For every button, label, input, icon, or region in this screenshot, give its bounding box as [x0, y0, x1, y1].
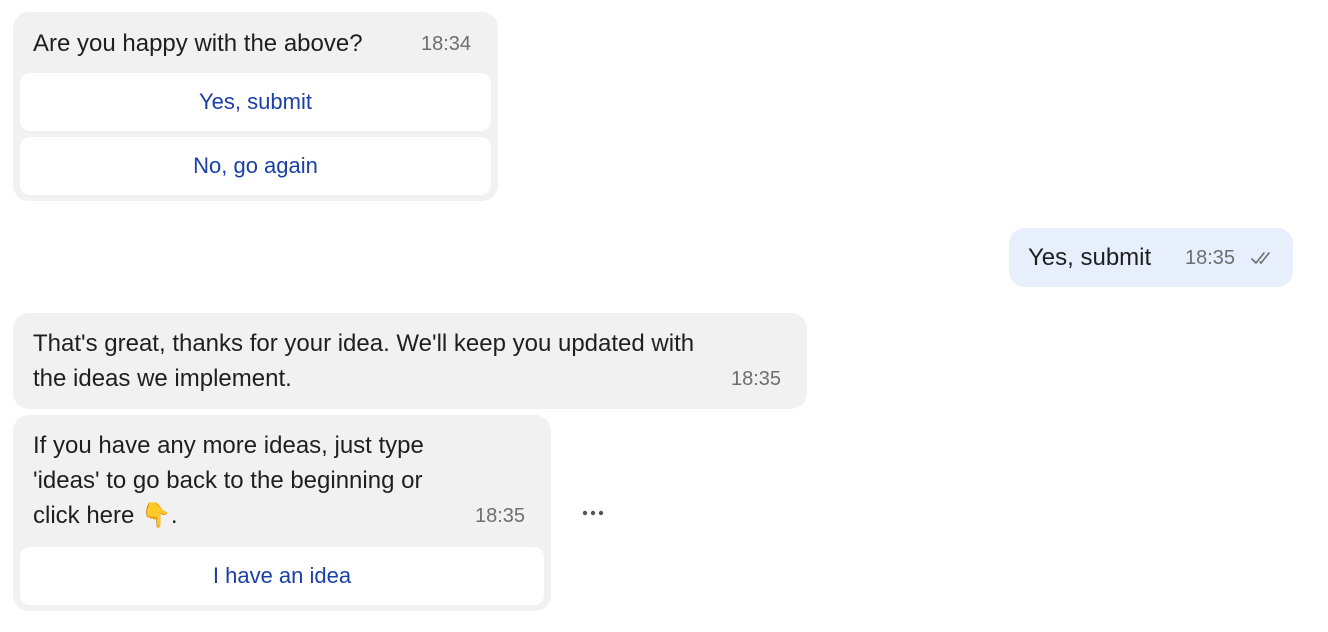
message-text: Yes, submit: [1028, 244, 1152, 271]
message-text: That's great, thanks for your idea. We'l…: [33, 326, 793, 396]
more-horizontal-icon[interactable]: [578, 505, 608, 521]
incoming-message-bubble: Are you happy with the above? 18:34 Yes,…: [13, 12, 498, 201]
no-go-again-button[interactable]: No, go again: [20, 137, 491, 195]
outgoing-message-bubble: Yes, submit 18:35: [1009, 228, 1293, 287]
message-timestamp: 18:35: [475, 505, 526, 527]
double-check-icon: [1251, 252, 1270, 264]
i-have-an-idea-button[interactable]: I have an idea: [20, 547, 544, 605]
message-text: If you have any more ideas, just type 'i…: [33, 428, 503, 533]
message-timestamp: 18:35: [1185, 247, 1236, 269]
yes-submit-button[interactable]: Yes, submit: [20, 73, 491, 131]
message-line: click here 👇.: [33, 502, 178, 529]
message-timestamp: 18:34: [421, 33, 472, 55]
incoming-message-bubble: That's great, thanks for your idea. We'l…: [13, 313, 807, 409]
message-timestamp: 18:35: [731, 368, 782, 390]
incoming-message-bubble: If you have any more ideas, just type 'i…: [13, 415, 551, 611]
message-line: 'ideas' to go back to the beginning or: [33, 467, 423, 494]
message-line: That's great, thanks for your idea. We'l…: [33, 330, 695, 357]
message-line: the ideas we implement.: [33, 365, 292, 392]
message-line: If you have any more ideas, just type: [33, 432, 424, 459]
message-text: Are you happy with the above?: [33, 30, 363, 57]
